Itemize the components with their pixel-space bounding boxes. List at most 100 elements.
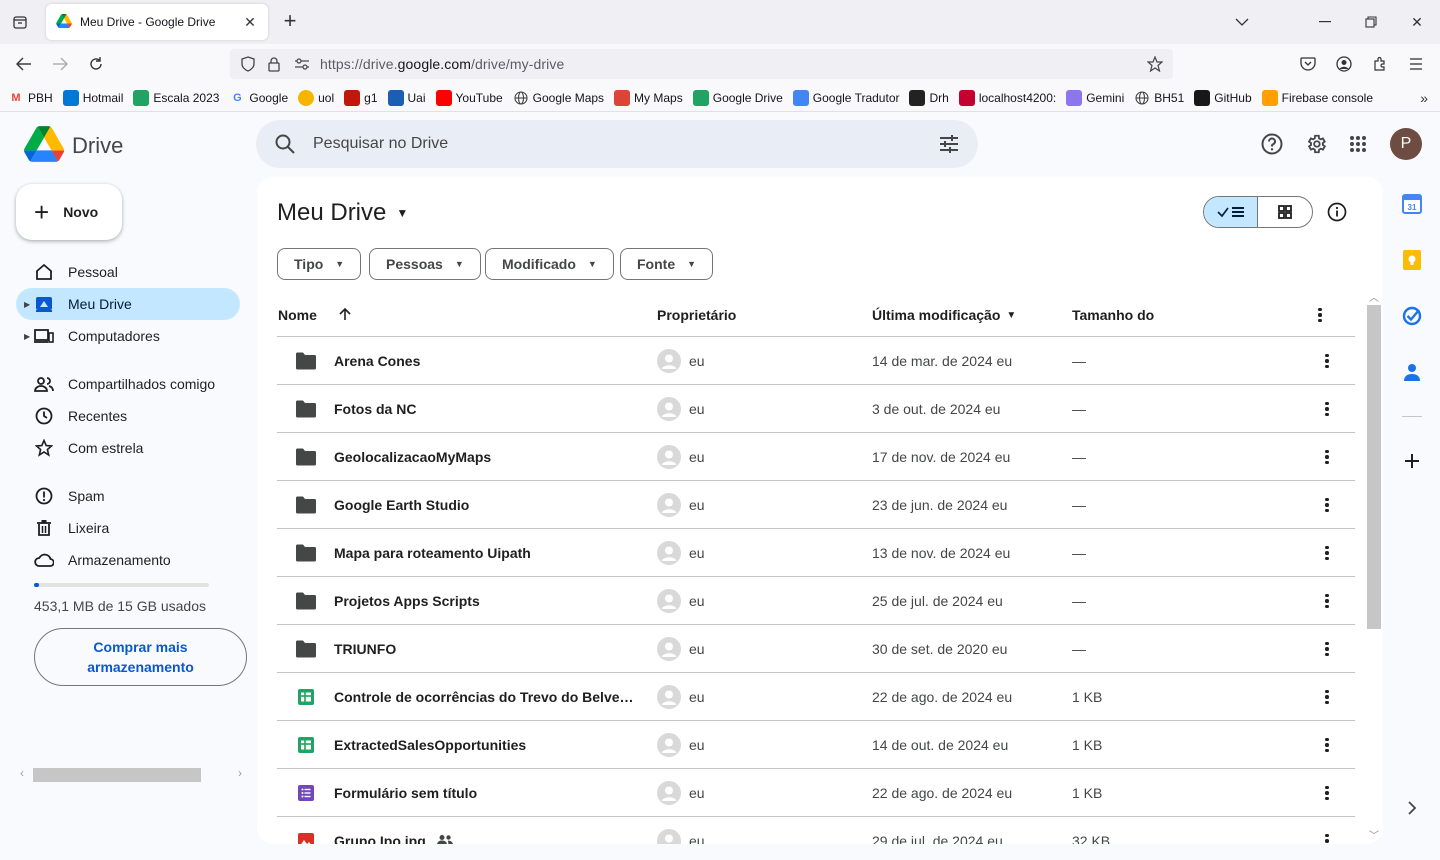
url-bar[interactable]: https://drive.google.com/drive/my-drive: [230, 49, 1173, 79]
column-options-button[interactable]: [1318, 293, 1322, 337]
table-row[interactable]: Fotos da NC eu 3 de out. de 2024 eu —: [277, 385, 1355, 433]
expand-caret-icon[interactable]: ▶: [24, 300, 30, 309]
column-header-size[interactable]: Tamanho do: [1072, 293, 1154, 337]
new-button[interactable]: + Novo: [16, 184, 122, 240]
bookmark-google[interactable]: G Google: [229, 90, 288, 106]
sidebar-item-recentes[interactable]: Recentes: [16, 400, 240, 432]
help-icon[interactable]: [1259, 131, 1285, 157]
scroll-right-icon[interactable]: ›: [238, 766, 242, 780]
bookmark-escala-2023[interactable]: Escala 2023: [133, 89, 219, 106]
tracking-protection-icon[interactable]: [240, 56, 256, 72]
tab-list-icon[interactable]: [8, 10, 32, 34]
filter-source-chip[interactable]: Fonte ▼: [620, 248, 714, 280]
reload-icon[interactable]: [84, 52, 108, 76]
table-row[interactable]: Formulário sem título eu 22 de ago. de 202…: [277, 769, 1355, 817]
list-all-tabs-icon[interactable]: [1232, 12, 1252, 32]
get-addons-plus-icon[interactable]: [1400, 449, 1424, 473]
account-icon[interactable]: [1332, 52, 1356, 76]
sidebar-item-meu-drive[interactable]: ▶ Meu Drive: [16, 288, 240, 320]
filter-modified-chip[interactable]: Modificado ▼: [485, 248, 614, 280]
buy-storage-button[interactable]: Comprar mais armazenamento: [34, 628, 247, 686]
sidebar-item-com-estrela[interactable]: Com estrela: [16, 432, 240, 464]
row-actions-button[interactable]: [1317, 433, 1337, 481]
sidebar-item-compartilhados-comigo[interactable]: Compartilhados comigo: [16, 368, 240, 400]
minimize-icon[interactable]: [1315, 12, 1335, 32]
apps-grid-icon[interactable]: [1345, 131, 1371, 157]
table-row[interactable]: Controle de ocorrências do Trevo do Belv…: [277, 673, 1355, 721]
new-tab-icon[interactable]: +: [280, 10, 300, 33]
bookmark-google-drive[interactable]: Google Drive: [692, 89, 783, 106]
table-row[interactable]: TRIUNFO eu 30 de set. de 2020 eu —: [277, 625, 1355, 673]
table-row[interactable]: ExtractedSalesOpportunities eu 14 de out. …: [277, 721, 1355, 769]
bookmark-gemini[interactable]: Gemini: [1066, 89, 1124, 106]
table-row[interactable]: Grupo Ipo.jpg eu 29 de jul. de 2024 eu 32 K…: [277, 817, 1355, 844]
bookmark-google-maps[interactable]: Google Maps: [513, 90, 604, 106]
column-header-name[interactable]: Nome: [278, 293, 351, 337]
search-bar[interactable]: Pesquisar no Drive: [256, 120, 978, 168]
row-actions-button[interactable]: [1317, 673, 1337, 721]
bookmark-pbh[interactable]: M PBH: [8, 90, 52, 106]
settings-gear-icon[interactable]: [1303, 131, 1329, 157]
sidebar-item-computadores[interactable]: ▶ Computadores: [16, 320, 240, 352]
calendar-icon[interactable]: 31: [1400, 192, 1424, 216]
extensions-icon[interactable]: [1368, 52, 1392, 76]
browser-tab-active[interactable]: Meu Drive - Google Drive ✕: [46, 4, 268, 40]
column-header-owner[interactable]: Proprietário: [657, 293, 736, 337]
row-actions-button[interactable]: [1317, 625, 1337, 673]
table-row[interactable]: Arena Cones eu 14 de mar. de 2024 eu —: [277, 337, 1355, 385]
scrollbar-thumb[interactable]: [1367, 305, 1381, 629]
bookmark-firebase-console[interactable]: Firebase console: [1261, 89, 1373, 106]
scroll-left-icon[interactable]: ‹: [20, 766, 24, 780]
table-row[interactable]: Google Earth Studio eu 23 de jun. de 2024 …: [277, 481, 1355, 529]
sidebar-item-lixeira[interactable]: Lixeira: [16, 512, 240, 544]
sidebar-item-spam[interactable]: Spam: [16, 480, 240, 512]
row-actions-button[interactable]: [1317, 337, 1337, 385]
table-row[interactable]: GeolocalizacaoMyMaps eu 17 de nov. de 2024…: [277, 433, 1355, 481]
show-side-panel-icon[interactable]: [1400, 796, 1424, 820]
restore-icon[interactable]: [1361, 12, 1381, 32]
bookmark-bh51[interactable]: BH51: [1134, 90, 1184, 106]
drive-logo[interactable]: Drive: [24, 126, 123, 165]
sort-arrow-up-icon[interactable]: [339, 307, 351, 324]
file-list-scrollbar[interactable]: ︿ ﹀: [1366, 289, 1382, 844]
menu-icon[interactable]: [1404, 52, 1428, 76]
expand-caret-icon[interactable]: ▶: [24, 332, 30, 341]
page-title[interactable]: Meu Drive ▼: [277, 199, 408, 227]
row-actions-button[interactable]: [1317, 769, 1337, 817]
bookmark-github[interactable]: GitHub: [1194, 89, 1252, 106]
search-icon[interactable]: [274, 133, 296, 158]
avatar[interactable]: P: [1390, 128, 1422, 160]
filter-people-chip[interactable]: Pessoas ▼: [369, 248, 481, 280]
bookmark-star-icon[interactable]: [1147, 56, 1163, 72]
grid-view-button[interactable]: [1258, 197, 1312, 227]
row-actions-button[interactable]: [1317, 529, 1337, 577]
bookmark-uai[interactable]: Uai: [387, 89, 426, 106]
bookmark-drh[interactable]: Drh: [909, 89, 949, 106]
bookmark-localhost4200[interactable]: localhost4200:: [958, 89, 1056, 106]
pocket-icon[interactable]: [1296, 52, 1320, 76]
scrollbar-thumb[interactable]: [33, 768, 201, 782]
forward-icon[interactable]: [48, 52, 72, 76]
bookmark-uol[interactable]: uol: [298, 89, 334, 106]
row-actions-button[interactable]: [1317, 481, 1337, 529]
more-bookmarks-icon[interactable]: »: [1420, 90, 1428, 106]
tasks-icon[interactable]: [1400, 304, 1424, 328]
tab-close-icon[interactable]: ✕: [242, 14, 258, 30]
bookmark-hotmail[interactable]: Hotmail: [62, 89, 123, 106]
search-input[interactable]: Pesquisar no Drive: [313, 135, 448, 153]
scroll-down-icon[interactable]: ﹀: [1369, 827, 1379, 842]
row-actions-button[interactable]: [1317, 577, 1337, 625]
row-actions-button[interactable]: [1317, 385, 1337, 433]
back-icon[interactable]: [12, 52, 36, 76]
row-actions-button[interactable]: [1317, 721, 1337, 769]
column-header-modified[interactable]: Última modificação ▼: [872, 293, 1016, 337]
table-row[interactable]: Projetos Apps Scripts eu 25 de jul. de 202…: [277, 577, 1355, 625]
list-view-button[interactable]: [1204, 197, 1259, 227]
scroll-up-icon[interactable]: ︿: [1369, 289, 1379, 304]
bookmark-my-maps[interactable]: My Maps: [614, 89, 683, 106]
filter-type-chip[interactable]: Tipo ▼: [277, 248, 362, 280]
bookmark-youtube[interactable]: YouTube: [435, 89, 503, 106]
search-options-icon[interactable]: [938, 133, 960, 158]
bookmark-google-tradutor[interactable]: Google Tradutor: [792, 89, 899, 106]
sidebar-item-pessoal[interactable]: Pessoal: [16, 256, 240, 288]
